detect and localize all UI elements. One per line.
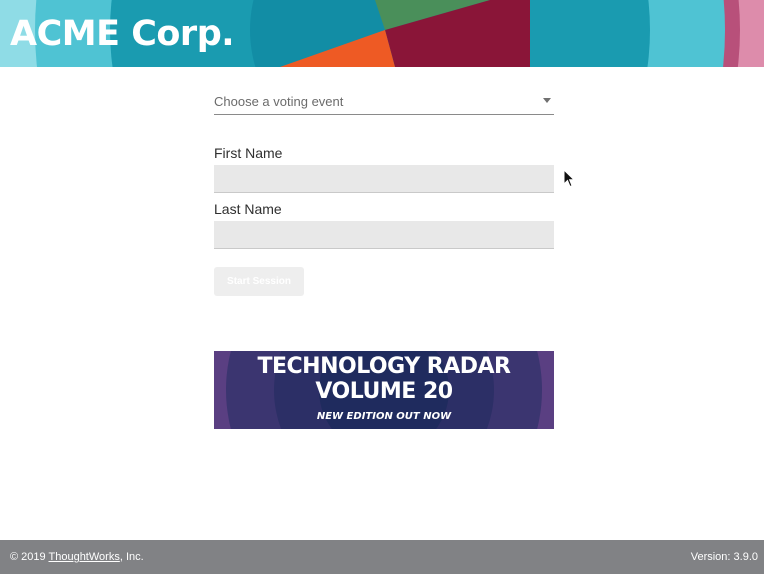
last-name-input[interactable] bbox=[214, 221, 554, 249]
version-label: Version: 3.9.0 bbox=[690, 551, 758, 563]
mouse-pointer-icon bbox=[563, 169, 575, 188]
page: ACME Corp. Choose a voting event First N… bbox=[0, 0, 764, 574]
first-name-label: First Name bbox=[214, 145, 283, 161]
voting-event-select[interactable]: Choose a voting event bbox=[214, 88, 554, 115]
banner-title-line1: TECHNOLOGY RADAR bbox=[257, 354, 511, 379]
header-bar: ACME Corp. bbox=[0, 0, 764, 67]
brand-logo-text: ACME Corp. bbox=[10, 14, 235, 54]
copyright-prefix: © 2019 bbox=[10, 551, 49, 563]
banner-title-line2: VOLUME 20 bbox=[315, 379, 453, 404]
start-session-button[interactable]: Start Session bbox=[214, 267, 304, 296]
footer-bar: © 2019 ThoughtWorks, Inc. Version: 3.9.0 bbox=[0, 540, 764, 574]
copyright-suffix: , Inc. bbox=[119, 551, 144, 563]
session-form: Choose a voting event First Name Last Na… bbox=[214, 88, 554, 296]
footer-copyright: © 2019 ThoughtWorks, Inc. bbox=[10, 551, 144, 563]
chevron-down-icon bbox=[543, 98, 551, 103]
voting-event-placeholder: Choose a voting event bbox=[214, 94, 344, 109]
last-name-label: Last Name bbox=[214, 201, 282, 217]
technology-radar-banner[interactable]: TECHNOLOGY RADAR VOLUME 20 NEW EDITION O… bbox=[214, 351, 554, 429]
banner-subtitle: NEW EDITION OUT NOW bbox=[316, 411, 452, 422]
first-name-input[interactable] bbox=[214, 165, 554, 193]
thoughtworks-link[interactable]: ThoughtWorks bbox=[49, 551, 120, 563]
